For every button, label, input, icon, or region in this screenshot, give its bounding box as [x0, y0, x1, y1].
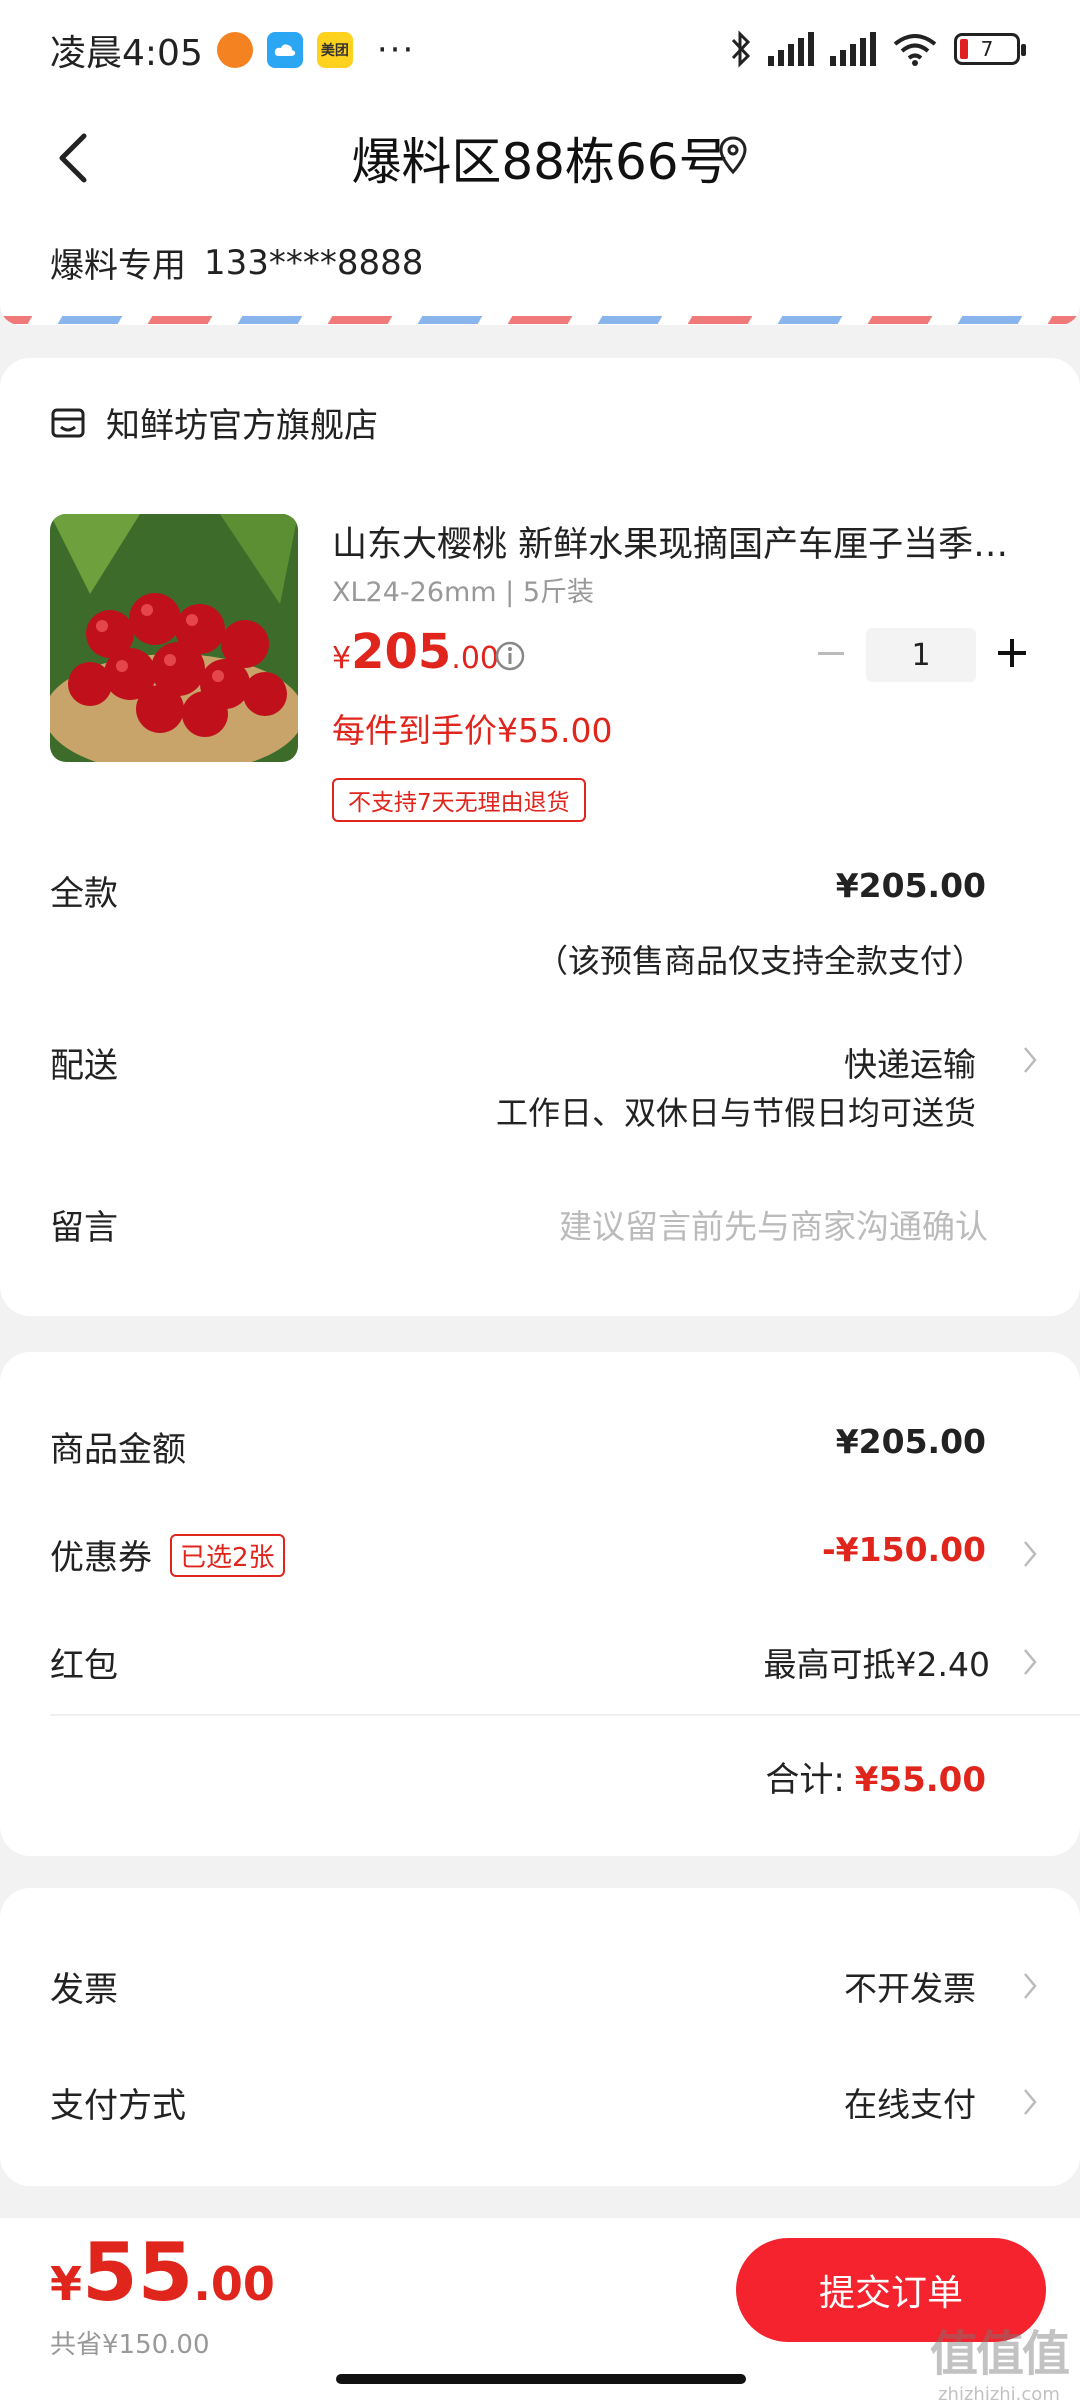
app-orange-icon [216, 32, 253, 68]
invoice-value[interactable]: 不开发票 [844, 1962, 976, 2010]
status-bar: 凌晨4:05 美团 ··· 7 [0, 0, 1080, 100]
product-price: ¥ 205 .00 [332, 624, 500, 680]
store-header[interactable]: 知鲜坊官方旗舰店 [50, 398, 378, 447]
invoice-label: 发票 [50, 1970, 118, 2010]
invoice-card: 发票 不开发票 支付方式 在线支付 [0, 1888, 1080, 2186]
address-title[interactable]: 爆料区88栋66号 [0, 122, 1080, 194]
chevron-right-icon[interactable] [1020, 1042, 1040, 1078]
contact-phone: 133****8888 [204, 242, 424, 283]
home-indicator[interactable] [336, 2374, 746, 2384]
redpacket-value[interactable]: 最高可抵¥2.40 [764, 1638, 990, 1686]
battery-icon: 7 [954, 33, 1026, 65]
chevron-right-icon[interactable] [1020, 2084, 1040, 2120]
status-time: 凌晨4:05 [50, 33, 203, 74]
bluetooth-icon [731, 30, 751, 68]
product-spec[interactable]: XL24-26mm | 5斤装 [332, 570, 594, 609]
goods-amount-value: ¥205.00 [835, 1422, 986, 1461]
meituan-app-icon: 美团 [316, 32, 353, 68]
total-line: 合计: ¥55.00 [765, 1752, 986, 1801]
coupon-label: 优惠券 [50, 1538, 152, 1578]
amount-card: 商品金额 ¥205.00 优惠券 已选2张 -¥150.00 红包 最高可抵¥2.… [0, 1352, 1080, 1856]
goods-amount-label: 商品金额 [50, 1430, 186, 1470]
store-card: 知鲜坊官方旗舰店 山东大樱桃 新鲜水果现摘国产车厘子当季… XL24-26mm … [0, 358, 1080, 1316]
coupon-row[interactable]: 优惠券 已选2张 [50, 1530, 285, 1581]
payment-method-label: 支付方式 [50, 2086, 186, 2126]
chevron-right-icon[interactable] [1020, 1644, 1040, 1680]
quantity-value[interactable]: 1 [866, 628, 976, 682]
total-label: 合计: [765, 1760, 845, 1800]
signal-icon [768, 32, 814, 66]
bottom-bar: ¥ 55 .00 共省¥150.00 提交订单 值值值 zhizhizhi.co… [0, 2218, 1080, 2400]
coupon-value[interactable]: -¥150.00 [822, 1530, 986, 1569]
store-icon [51, 408, 85, 437]
signal-icon [830, 32, 876, 66]
watermark-logo: 值值值 zhizhizhi.com [929, 2326, 1070, 2400]
message-input[interactable]: 建议留言前先与商家沟通确认 [559, 1200, 988, 1248]
fullpay-value: ¥205.00 [835, 866, 986, 905]
store-name: 知鲜坊官方旗舰店 [106, 406, 378, 446]
contact-row[interactable]: 爆料专用 133****8888 [0, 220, 1080, 305]
total-value: ¥55.00 [854, 1760, 986, 1800]
divider [50, 1714, 1080, 1716]
message-label: 留言 [50, 1208, 118, 1248]
cloud-app-icon [266, 32, 303, 68]
payment-method-value[interactable]: 在线支付 [844, 2078, 976, 2126]
saved-amount: 共省¥150.00 [50, 2330, 210, 2360]
delivery-label: 配送 [50, 1046, 118, 1086]
info-icon[interactable] [494, 640, 526, 672]
fullpay-label: 全款 [50, 874, 118, 914]
envelope-stripe [0, 305, 1080, 325]
no-return-tag: 不支持7天无理由退货 [332, 778, 586, 822]
header: 爆料区88栋66号 [0, 100, 1080, 220]
product-image[interactable] [50, 514, 298, 762]
quantity-decrease-button[interactable] [810, 628, 850, 678]
chevron-right-icon[interactable] [1020, 1968, 1040, 2004]
more-notifications-icon: ··· [376, 30, 416, 70]
redpacket-label: 红包 [50, 1646, 118, 1686]
coupon-count-tag: 已选2张 [170, 1534, 285, 1577]
fullpay-note: （该预售商品仅支持全款支付） [535, 942, 984, 980]
chevron-right-icon[interactable] [1020, 1536, 1040, 1572]
contact-name: 爆料专用 [50, 246, 186, 286]
status-right: 7 [730, 30, 1026, 68]
wifi-icon [893, 34, 937, 66]
product-title[interactable]: 山东大樱桃 新鲜水果现摘国产车厘子当季… [332, 516, 1032, 567]
quantity-increase-button[interactable] [992, 628, 1032, 678]
unit-price: 每件到手价¥55.00 [332, 711, 613, 750]
pay-amount: ¥ 55 .00 [50, 2226, 275, 2319]
delivery-value[interactable]: 快递运输 [844, 1038, 976, 1086]
location-icon[interactable] [716, 132, 750, 182]
delivery-note: 工作日、双休日与节假日均可送货 [495, 1094, 976, 1132]
